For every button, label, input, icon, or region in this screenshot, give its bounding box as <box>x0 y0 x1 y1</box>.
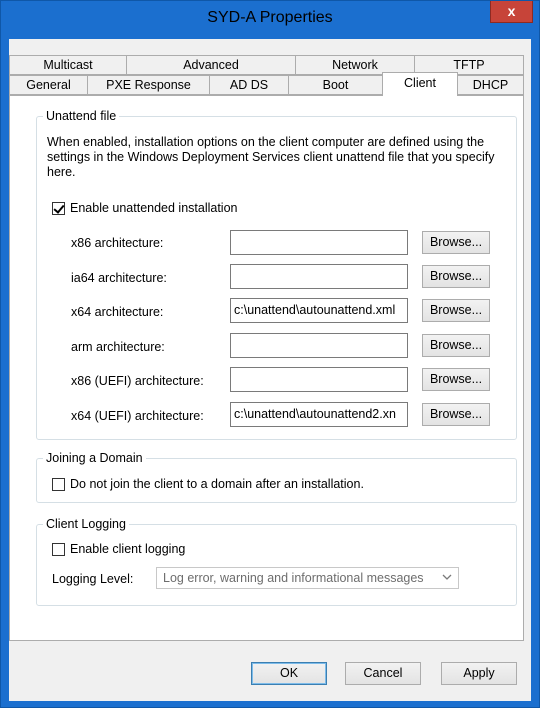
logging-level-label: Logging Level: <box>52 572 134 586</box>
x64-arch-input[interactable]: c:\unattend\autounattend.xml <box>230 298 408 323</box>
x86-browse-button[interactable]: Browse... <box>422 231 490 254</box>
tab-client[interactable]: Client <box>382 72 458 96</box>
x86-uefi-arch-input[interactable] <box>230 367 408 392</box>
x86-uefi-browse-button[interactable]: Browse... <box>422 368 490 391</box>
chevron-down-icon <box>442 574 452 580</box>
logging-level-value: Log error, warning and informational mes… <box>163 571 424 585</box>
no-join-domain-checkbox[interactable] <box>52 477 65 491</box>
enable-unattended-checkbox[interactable] <box>52 201 65 215</box>
unattend-file-legend: Unattend file <box>43 109 120 123</box>
x64-browse-button[interactable]: Browse... <box>422 299 490 322</box>
no-join-domain-row[interactable]: Do not join the client to a domain after… <box>52 477 364 491</box>
enable-unattended-label: Enable unattended installation <box>70 201 238 215</box>
ia64-arch-input[interactable] <box>230 264 408 289</box>
x64-uefi-browse-button[interactable]: Browse... <box>422 403 490 426</box>
ia64-browse-button[interactable]: Browse... <box>422 265 490 288</box>
apply-button[interactable]: Apply <box>441 662 517 685</box>
window-title: SYD-A Properties <box>207 9 333 26</box>
tab-boot[interactable]: Boot <box>288 75 383 95</box>
ok-button[interactable]: OK <box>251 662 327 685</box>
tab-ad-ds[interactable]: AD DS <box>209 75 289 95</box>
title-bar[interactable]: SYD-A Properties x <box>1 1 539 38</box>
client-logging-legend: Client Logging <box>43 517 129 531</box>
unattend-file-group: Unattend file When enabled, installation… <box>36 109 517 440</box>
tab-row-front: General PXE Response AD DS Boot Client D… <box>9 72 524 96</box>
dialog-body: Multicast Advanced Network TFTP General … <box>9 39 531 701</box>
x86-arch-input[interactable] <box>230 230 408 255</box>
client-logging-group: Client Logging Enable client logging Log… <box>36 517 517 606</box>
cancel-button[interactable]: Cancel <box>345 662 421 685</box>
ia64-arch-label: ia64 architecture: <box>71 271 167 285</box>
unattend-description: When enabled, installation options on th… <box>47 135 495 179</box>
x86-uefi-arch-label: x86 (UEFI) architecture: <box>71 374 204 388</box>
tab-multicast[interactable]: Multicast <box>9 55 127 75</box>
tab-dhcp[interactable]: DHCP <box>457 75 524 95</box>
enable-logging-row[interactable]: Enable client logging <box>52 542 185 556</box>
x64-arch-label: x64 architecture: <box>71 305 164 319</box>
client-tab-panel: Unattend file When enabled, installation… <box>9 95 524 641</box>
tab-pxe-response[interactable]: PXE Response <box>87 75 210 95</box>
tab-advanced[interactable]: Advanced <box>126 55 296 75</box>
arm-arch-input[interactable] <box>230 333 408 358</box>
close-button[interactable]: x <box>490 1 533 23</box>
x64-uefi-arch-label: x64 (UEFI) architecture: <box>71 409 204 423</box>
joining-domain-legend: Joining a Domain <box>43 451 146 465</box>
enable-logging-checkbox[interactable] <box>52 542 65 556</box>
enable-logging-label: Enable client logging <box>70 542 186 556</box>
enable-unattended-row[interactable]: Enable unattended installation <box>52 201 238 215</box>
tab-general[interactable]: General <box>9 75 88 95</box>
no-join-domain-label: Do not join the client to a domain after… <box>70 477 364 491</box>
arm-browse-button[interactable]: Browse... <box>422 334 490 357</box>
arm-arch-label: arm architecture: <box>71 340 165 354</box>
properties-window: SYD-A Properties x Multicast Advanced Ne… <box>0 0 540 708</box>
logging-level-select[interactable]: Log error, warning and informational mes… <box>156 567 459 589</box>
joining-domain-group: Joining a Domain Do not join the client … <box>36 451 517 503</box>
x64-uefi-arch-input[interactable]: c:\unattend\autounattend2.xn <box>230 402 408 427</box>
x86-arch-label: x86 architecture: <box>71 236 164 250</box>
